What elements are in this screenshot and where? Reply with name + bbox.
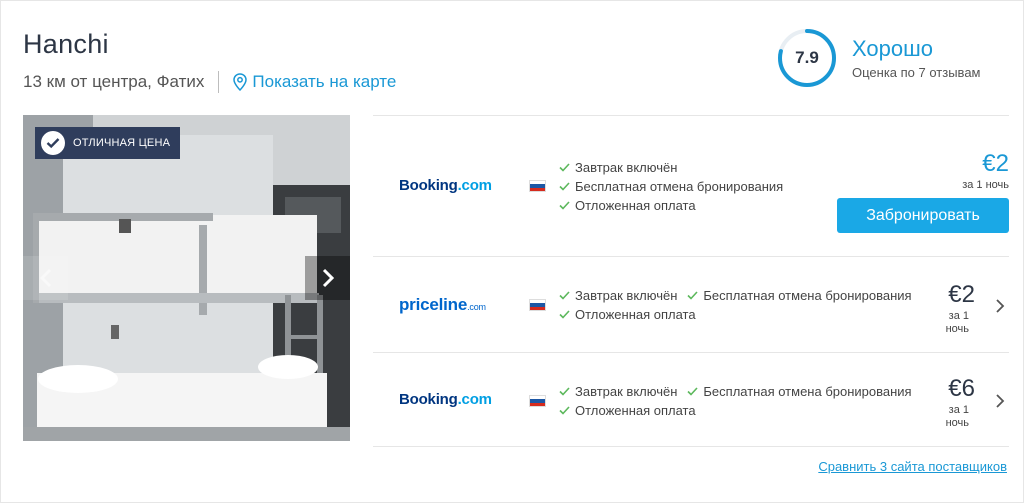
- russian-flag-icon: [529, 180, 546, 192]
- check-icon: [687, 387, 698, 396]
- check-icon: [559, 387, 570, 396]
- booking-logo: Booking.com: [399, 177, 492, 194]
- russian-flag-icon: [529, 299, 546, 311]
- rating-score: 7.9: [795, 48, 819, 67]
- feature-deferred-payment: Отложенная оплата: [559, 401, 696, 420]
- hotel-distance: 13 км от центра, Фатих: [23, 72, 205, 91]
- rating-block: 7.9 Хорошо Оценка по 7 отзывам: [776, 27, 981, 89]
- hotel-photo[interactable]: ОТЛИЧНАЯ ЦЕНА: [23, 115, 350, 441]
- divider: [218, 71, 220, 93]
- offer-row[interactable]: Booking.com Завтрак включён Бесплатная о…: [373, 115, 1009, 256]
- chevron-left-icon: [39, 268, 51, 288]
- check-icon: [559, 310, 570, 319]
- rating-label: Хорошо: [852, 36, 934, 61]
- offer-features: Завтрак включён Бесплатная отмена брониро…: [559, 382, 922, 420]
- map-pin-icon: [233, 73, 248, 91]
- per-night-label: за 1 ночь: [962, 179, 1009, 191]
- show-on-map-link[interactable]: Показать на карте: [233, 72, 396, 92]
- check-icon: [559, 182, 570, 191]
- check-icon: [41, 131, 65, 155]
- feature-breakfast: Завтрак включён: [559, 158, 677, 177]
- offer-features: Завтрак включён Бесплатная отмена брониро…: [559, 286, 922, 324]
- per-night-label: за 1 ночь: [945, 310, 969, 335]
- check-icon: [559, 201, 570, 210]
- offer-row[interactable]: Booking.com Завтрак включён Бесплатная от…: [373, 352, 1009, 447]
- hotel-name[interactable]: Hanchi: [23, 29, 109, 60]
- chevron-right-icon: [322, 268, 334, 288]
- feature-deferred-payment: Отложенная оплата: [559, 196, 696, 215]
- priceline-logo: priceline.com: [399, 295, 486, 314]
- show-on-map-label: Показать на карте: [252, 72, 397, 91]
- rating-gauge: 7.9: [776, 27, 838, 89]
- check-icon: [559, 291, 570, 300]
- hotel-card: Hanchi 13 км от центра, Фатих Показать н…: [0, 0, 1024, 503]
- booking-logo: Booking.com: [399, 391, 492, 408]
- photo-next-button[interactable]: [305, 256, 350, 300]
- offer-price: €2: [982, 150, 1009, 177]
- best-price-badge: ОТЛИЧНАЯ ЦЕНА: [35, 127, 181, 159]
- location-row: 13 км от центра, Фатих Показать на карте: [23, 71, 396, 93]
- check-icon: [559, 406, 570, 415]
- check-icon: [687, 291, 698, 300]
- offer-row[interactable]: priceline.com Завтрак включён Бесплатная …: [373, 256, 1009, 352]
- chevron-right-icon[interactable]: [995, 393, 1005, 409]
- check-icon: [559, 163, 570, 172]
- chevron-right-icon[interactable]: [995, 298, 1005, 314]
- feature-free-cancellation: Бесплатная отмена бронирования: [559, 177, 783, 196]
- feature-breakfast: Завтрак включён: [559, 382, 677, 401]
- book-button[interactable]: Забронировать: [837, 198, 1009, 233]
- compare-providers-link[interactable]: Сравнить 3 сайта поставщиков: [818, 459, 1007, 474]
- offer-price: €2: [948, 281, 975, 308]
- feature-breakfast: Завтрак включён: [559, 286, 677, 305]
- room-photo-image: [23, 115, 350, 441]
- feature-free-cancellation: Бесплатная отмена бронирования: [687, 382, 912, 401]
- feature-deferred-payment: Отложенная оплата: [559, 305, 696, 324]
- photo-prev-button[interactable]: [23, 256, 68, 300]
- rating-reviews: Оценка по 7 отзывам: [852, 65, 981, 80]
- russian-flag-icon: [529, 395, 546, 407]
- feature-free-cancellation: Бесплатная отмена бронирования: [687, 286, 912, 305]
- offers-list: Booking.com Завтрак включён Бесплатная о…: [373, 115, 1009, 447]
- per-night-label: за 1 ночь: [945, 404, 969, 429]
- best-price-label: ОТЛИЧНАЯ ЦЕНА: [73, 137, 171, 149]
- offer-price: €6: [948, 375, 975, 402]
- offer-features: Завтрак включён Бесплатная отмена бронир…: [559, 158, 793, 215]
